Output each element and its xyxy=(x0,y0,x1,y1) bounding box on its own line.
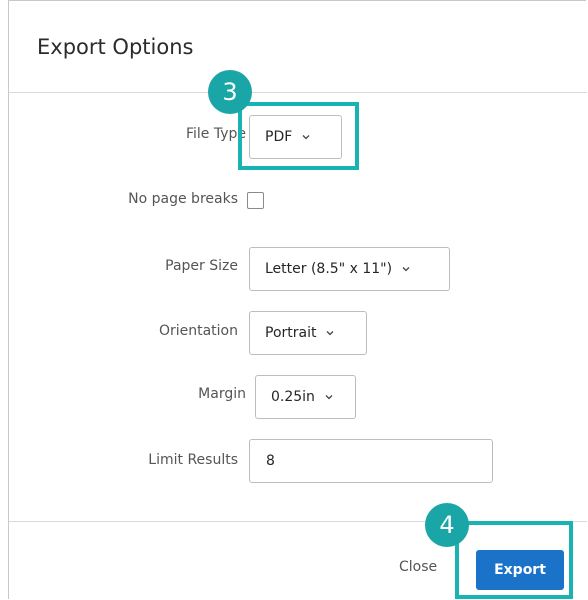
dialog-footer: Close Export xyxy=(9,521,587,600)
chevron-down-icon xyxy=(327,331,334,336)
paper-size-value: Letter (8.5" x 11") xyxy=(265,261,393,277)
no-page-breaks-label: No page breaks xyxy=(128,191,238,207)
step-4-badge: 4 xyxy=(425,503,469,547)
paper-size-select[interactable]: Letter (8.5" x 11") xyxy=(249,247,450,291)
file-type-value: PDF xyxy=(265,129,293,145)
export-options-dialog: Export Options File Type PDF No page bre… xyxy=(8,0,587,600)
chevron-down-icon xyxy=(325,395,333,400)
orientation-value: Portrait xyxy=(265,325,317,341)
chevron-down-icon xyxy=(302,135,310,140)
dialog-header: Export Options xyxy=(9,1,587,93)
chevron-down-icon xyxy=(402,267,410,272)
no-page-breaks-checkbox[interactable] xyxy=(247,192,264,209)
step-3-badge: 3 xyxy=(208,70,252,114)
orientation-select[interactable]: Portrait xyxy=(249,311,367,355)
limit-results-input[interactable] xyxy=(249,439,493,483)
file-type-select[interactable]: PDF xyxy=(249,115,342,159)
limit-results-label: Limit Results xyxy=(148,452,238,468)
margin-select[interactable]: 0.25in xyxy=(255,375,356,419)
margin-value: 0.25in xyxy=(271,389,315,405)
margin-label: Margin xyxy=(198,386,246,402)
file-type-label: File Type xyxy=(185,126,246,142)
close-button[interactable]: Close xyxy=(399,559,437,575)
export-button[interactable]: Export xyxy=(476,550,564,590)
paper-size-label: Paper Size xyxy=(165,258,238,274)
dialog-title: Export Options xyxy=(37,35,194,59)
orientation-label: Orientation xyxy=(158,323,238,339)
